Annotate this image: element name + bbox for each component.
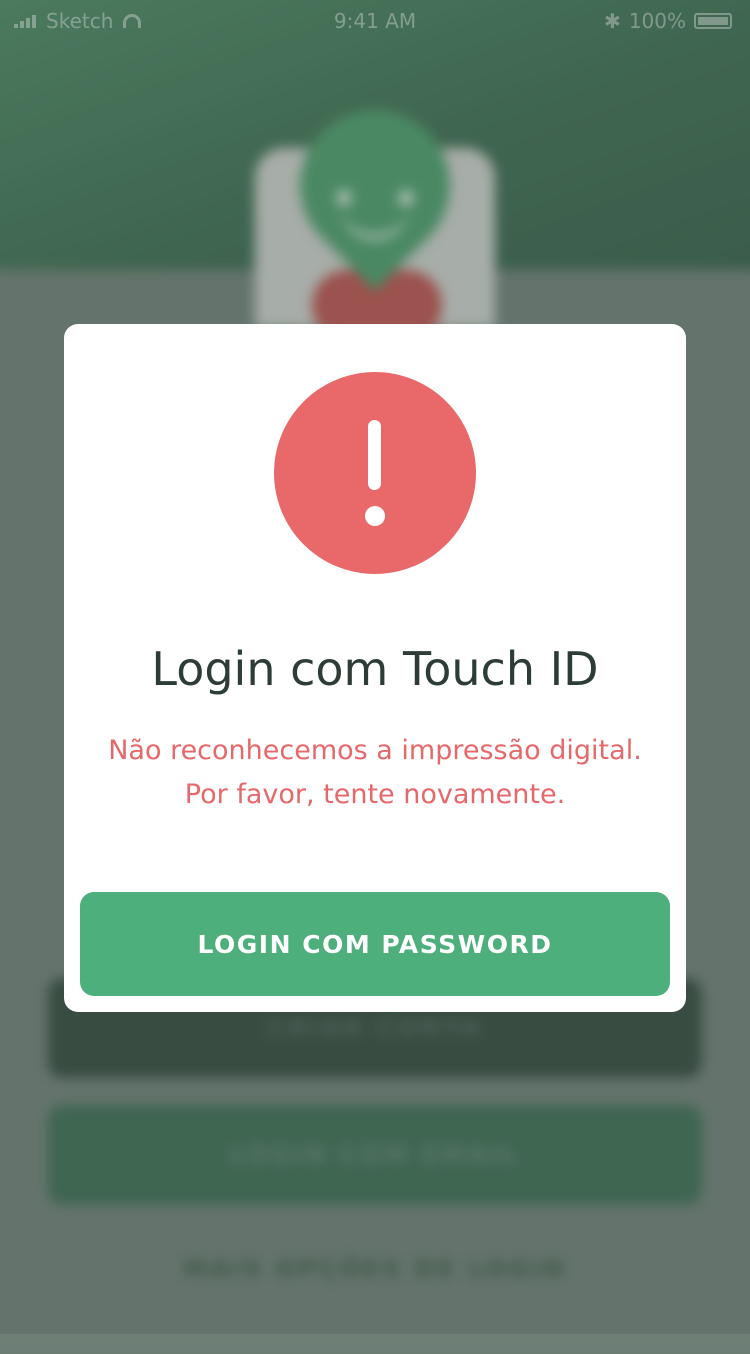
exclamation-dot — [365, 506, 385, 526]
exclamation-icon — [274, 372, 476, 574]
dialog-message: Não reconhecemos a impressão digital. Po… — [84, 729, 666, 817]
dialog-title: Login com Touch ID — [151, 642, 599, 696]
touch-id-error-dialog: Login com Touch ID Não reconhecemos a im… — [64, 324, 686, 1012]
login-password-button[interactable]: LOGIN COM PASSWORD — [80, 892, 670, 996]
exclamation-bar — [368, 420, 381, 490]
dialog-message-line-2: Por favor, tente novamente. — [184, 779, 566, 810]
dialog-message-line-1: Não reconhecemos a impressão digital. — [108, 735, 642, 766]
